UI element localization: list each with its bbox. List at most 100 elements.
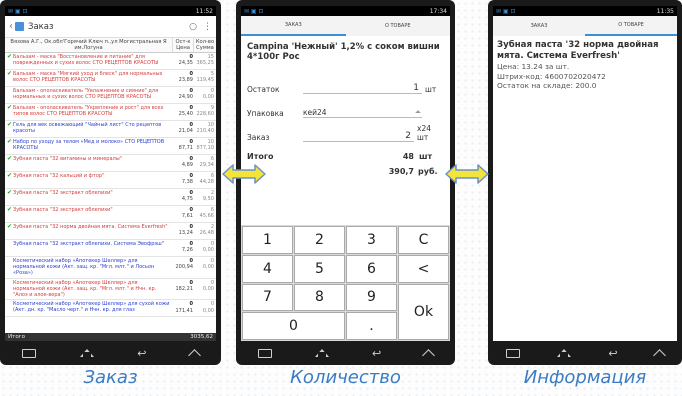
back-arrow-icon[interactable]: ‹ <box>9 21 13 32</box>
quantity-screen: ✉ ▣ ⊡ 17:34 ЗАКАЗ О ТОВАРЕ Campina 'Нежн… <box>241 6 450 341</box>
status-bar: ✉ ▣ ⊡ 11:35 <box>493 6 677 16</box>
row-name: Зубная паста "32 экстракт облепихи. Сист… <box>5 240 173 248</box>
recent-apps-icon[interactable] <box>257 348 272 358</box>
tab-bar: ЗАКАЗ О ТОВАРЕ <box>493 16 677 36</box>
tab-order[interactable]: ЗАКАЗ <box>241 16 346 36</box>
key-8[interactable]: 8 <box>294 283 345 312</box>
price-value: 7,61 <box>181 213 193 220</box>
order-field: Заказ 2 х24 шт <box>241 118 450 142</box>
price-value: 7,38 <box>181 179 193 186</box>
tab-product[interactable]: О ТОВАРЕ <box>346 16 451 36</box>
sum-value: 45,66 <box>199 213 214 220</box>
key-decimal[interactable]: . <box>346 312 397 340</box>
stock-price-cell: 0 171,41 <box>173 300 194 315</box>
search-icon[interactable]: ○ <box>189 22 197 32</box>
qty-sum-cell: 0 0,00 <box>194 240 216 255</box>
home-icon[interactable] <box>314 349 329 357</box>
key-5[interactable]: 5 <box>294 254 345 283</box>
key-ok[interactable]: Ok <box>398 283 449 340</box>
table-row[interactable]: Косметический набор «Апотекер Шеллер» дл… <box>5 257 216 279</box>
price-value: 182,21 <box>175 286 194 293</box>
sum-value: 365,25 <box>196 60 215 67</box>
table-row[interactable]: ✔ Зубная паста "32 экстракт облепихи" 0 7,6… <box>5 206 216 223</box>
row-label: Зубная паста "32 витамины и минералы" <box>13 156 122 162</box>
numeric-keypad: 1 2 3 C 4 5 6 < 7 8 9 Ok 0 . <box>241 225 450 341</box>
nav-bar: ↩ <box>236 341 455 365</box>
row-name: ✔ Зубная паста "32 витамины и минералы" <box>5 155 173 163</box>
order-input[interactable]: 2 <box>303 131 414 142</box>
row-label: Зубная паста "32 экстракт облепихи" <box>13 190 113 196</box>
back-icon[interactable]: ↩ <box>372 348 381 359</box>
row-label: Бальзам - ополаскиватель "Увлажнение и с… <box>13 88 159 101</box>
key-clear[interactable]: C <box>398 226 449 254</box>
back-icon[interactable]: ↩ <box>608 348 617 359</box>
stock-price-cell: 0 200,94 <box>173 257 194 272</box>
total-qty: 48 <box>402 152 414 161</box>
key-9[interactable]: 9 <box>346 283 397 312</box>
table-row[interactable]: ✔ Бальзам - маска "Мягкий уход и блеск" д… <box>5 70 216 87</box>
recent-apps-icon[interactable] <box>21 348 36 358</box>
home-icon[interactable] <box>79 349 94 357</box>
row-label: Зубная паста "32 экстракт облепихи" <box>13 207 113 213</box>
package-select[interactable]: кей24 <box>303 108 422 118</box>
key-7[interactable]: 7 <box>242 283 293 312</box>
tab-order[interactable]: ЗАКАЗ <box>493 16 585 36</box>
recent-apps-icon[interactable] <box>506 348 521 358</box>
stock-price-cell: 0 7,26 <box>173 240 194 255</box>
phone-order: ✉ ▣ ⊡ 11:52 ‹ Заказ ○ ⋮ Вязова А.Г., Ок.… <box>0 0 221 365</box>
key-1[interactable]: 1 <box>242 226 293 254</box>
key-6[interactable]: 6 <box>346 254 397 283</box>
table-row[interactable]: Бальзам - ополаскиватель "Увлажнение и с… <box>5 87 216 104</box>
total-sum-unit: руб. <box>418 167 438 176</box>
product-name: Campina 'Нежный' 1,2% с соком вишни 4*10… <box>247 42 440 62</box>
table-row[interactable]: Косметический набор «Апотекер Шеллер» дл… <box>5 279 216 301</box>
table-row[interactable]: ✔ Гель для век освежающий "Чайный лист" С… <box>5 121 216 138</box>
home-icon[interactable] <box>557 349 572 357</box>
chevron-up-icon[interactable] <box>652 349 666 362</box>
row-name: ✔ Зубная паста "32 экстракт облепихи" <box>5 206 173 214</box>
app-icon <box>15 22 24 31</box>
key-backspace[interactable]: < <box>398 254 449 283</box>
key-4[interactable]: 4 <box>242 254 293 283</box>
product-barcode: Штрих-код: 4600702020472 <box>497 71 606 81</box>
row-name: ✔ Гель для век освежающий "Чайный лист" С… <box>5 121 173 135</box>
row-label: Бальзам - ополаскиватель "Укрепление и р… <box>13 105 164 118</box>
table-row[interactable]: ✔ Бальзам - ополаскиватель "Укрепление и … <box>5 104 216 121</box>
chevron-up-icon[interactable] <box>422 349 436 362</box>
status-bar: ✉ ▣ ⊡ 11:52 <box>5 6 216 16</box>
stock-label: Остаток <box>247 85 280 94</box>
key-2[interactable]: 2 <box>294 226 345 254</box>
back-icon[interactable]: ↩ <box>137 348 146 359</box>
table-row[interactable]: ✔ Зубная паста "32 норма двойная мята. Си… <box>5 223 216 240</box>
status-time: 11:35 <box>656 7 674 15</box>
key-3[interactable]: 3 <box>346 226 397 254</box>
row-name: ✔ Зубная паста "32 норма двойная мята. Си… <box>5 223 173 231</box>
table-row[interactable]: ✔ Зубная паста "32 витамины и минералы" 0 4… <box>5 155 216 172</box>
key-0[interactable]: 0 <box>242 312 345 340</box>
qty-sum-cell: 0 0,00 <box>194 279 216 294</box>
table-row[interactable]: ✔ Набор по уходу за телом «Мед и молоко» … <box>5 138 216 155</box>
stock-price-cell: 0 24,35 <box>173 53 194 68</box>
stock-unit: шт <box>425 85 437 94</box>
total-row: Итого 48 шт <box>241 142 450 161</box>
total-qty-unit: шт <box>419 152 433 161</box>
sum-value: 0,00 <box>202 286 214 293</box>
chevron-up-icon[interactable] <box>188 349 201 362</box>
price-value: 7,26 <box>181 247 193 254</box>
table-row[interactable]: Зубная паста "32 экстракт облепихи. Сист… <box>5 240 216 257</box>
sum-value: 9,50 <box>202 196 214 203</box>
product-price: Цена: 13.24 за шт. <box>497 62 570 71</box>
sum-value: 877,10 <box>196 145 215 152</box>
phone-info: ✉ ▣ ⊡ 11:35 ЗАКАЗ О ТОВАРЕ Зубная паста … <box>488 0 682 365</box>
sum-value: 119,45 <box>196 77 215 84</box>
table-row[interactable]: ✔ Зубная паста "32 экстракт облепихи" 0 4,7… <box>5 189 216 206</box>
price-value: 87,71 <box>178 145 193 152</box>
tab-product[interactable]: О ТОВАРЕ <box>585 16 677 36</box>
overflow-menu-icon[interactable]: ⋮ <box>203 22 212 32</box>
qty-sum-cell: 10 877,10 <box>194 138 216 153</box>
status-time: 17:34 <box>429 7 447 15</box>
table-row[interactable]: Косметический набор «Апотекер Шеллер» дл… <box>5 300 216 318</box>
table-row[interactable]: ✔ Бальзам - маска "Восстановление и питан… <box>5 53 216 70</box>
table-row[interactable]: ✔ Зубная паста "32 кальций и фтор" 0 7,38 6 4… <box>5 172 216 189</box>
stock-value[interactable]: 1 <box>303 83 422 94</box>
